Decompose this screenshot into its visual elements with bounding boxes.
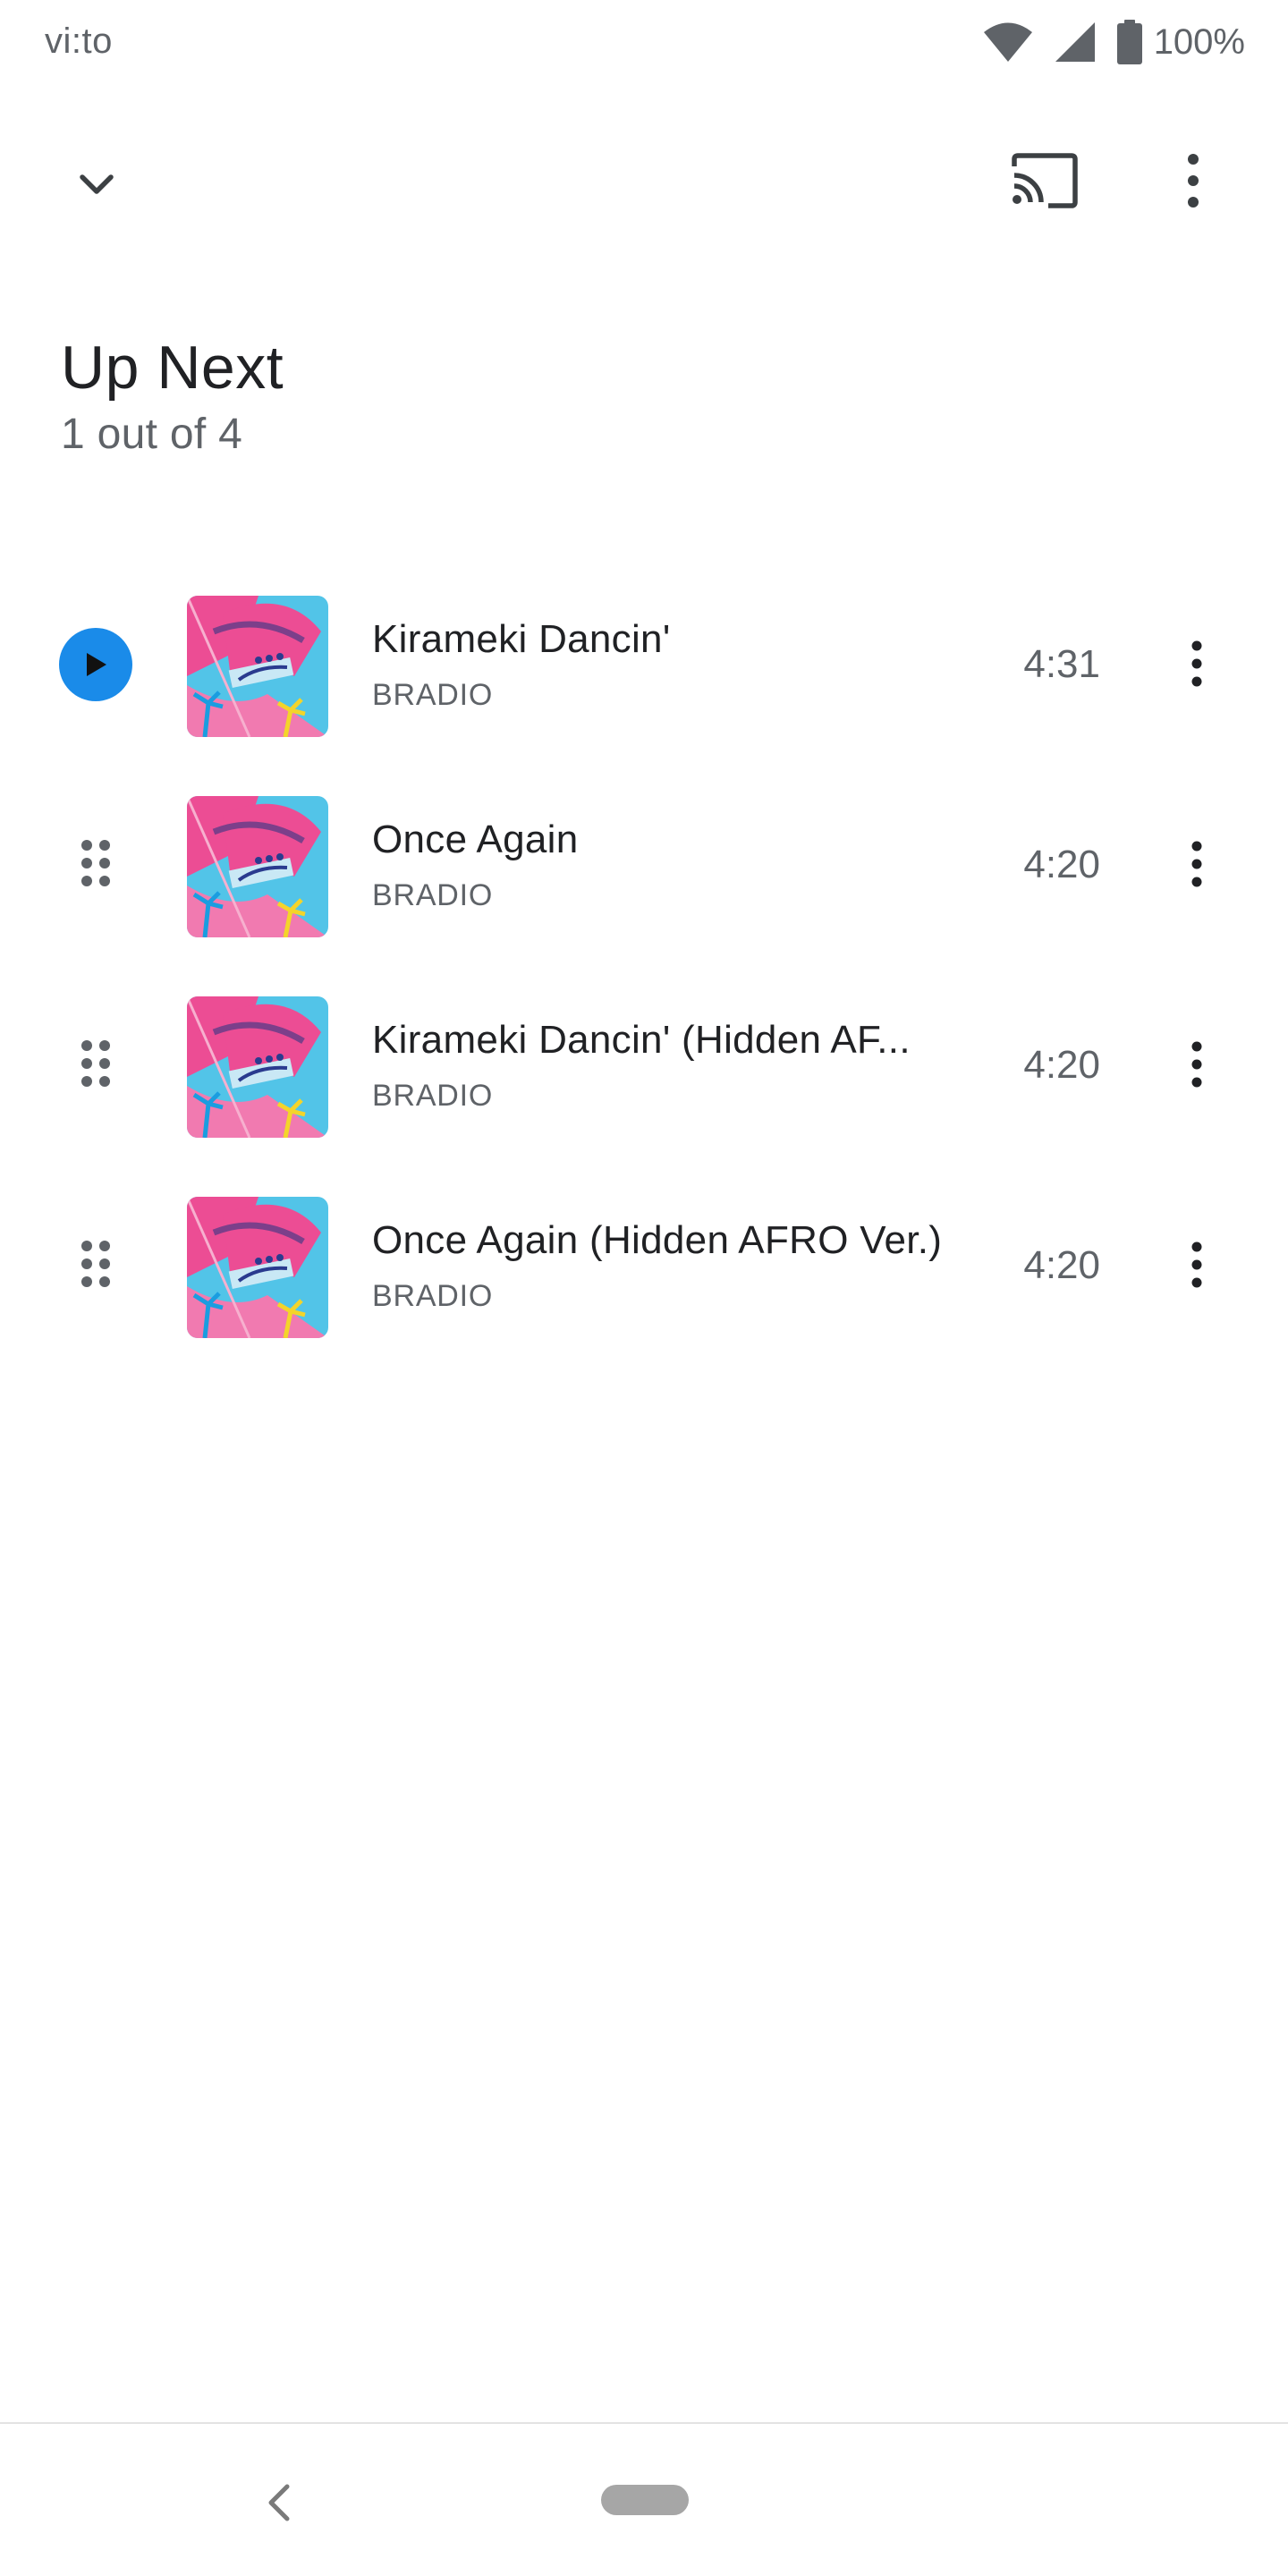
drag-handle-icon bbox=[80, 838, 112, 893]
queue-item[interactable]: Once Again (Hidden AFRO Ver.) BRADIO 4:2… bbox=[0, 1186, 1288, 1386]
track-artist: BRADIO bbox=[372, 678, 494, 712]
track-info: Once Again BRADIO bbox=[372, 818, 953, 913]
track-title: Once Again (Hidden AFRO Ver.) bbox=[372, 1218, 943, 1262]
album-art bbox=[187, 596, 328, 737]
track-duration: 4:20 bbox=[1023, 843, 1100, 886]
back-button[interactable] bbox=[250, 2469, 308, 2540]
more-vert-icon bbox=[1190, 1241, 1204, 1292]
drag-handle[interactable] bbox=[59, 828, 132, 902]
track-menu-button[interactable] bbox=[1154, 1023, 1240, 1109]
queue-item[interactable]: Kirameki Dancin' BRADIO 4:31 bbox=[0, 585, 1288, 785]
track-title: Kirameki Dancin' (Hidden AF... bbox=[372, 1018, 911, 1062]
up-next-screen: vi:to 100% Up Next 1 out of 4 Kirameki D… bbox=[0, 0, 1288, 2576]
cast-icon bbox=[1009, 152, 1080, 214]
queue-item[interactable]: Once Again BRADIO 4:20 bbox=[0, 785, 1288, 986]
app-bar bbox=[0, 125, 1288, 233]
album-art bbox=[187, 996, 328, 1138]
more-vert-icon bbox=[1190, 640, 1204, 691]
track-artist: BRADIO bbox=[372, 878, 494, 912]
up-next-header: Up Next 1 out of 4 bbox=[61, 333, 284, 459]
more-vert-icon bbox=[1184, 152, 1202, 214]
drag-handle[interactable] bbox=[59, 1029, 132, 1102]
battery-percent: 100% bbox=[1153, 21, 1245, 62]
battery-icon bbox=[1116, 20, 1143, 64]
track-duration: 4:20 bbox=[1023, 1243, 1100, 1287]
more-vert-icon bbox=[1190, 841, 1204, 892]
status-icons: 100% bbox=[982, 20, 1245, 64]
signal-icon bbox=[1054, 21, 1097, 64]
track-duration: 4:31 bbox=[1023, 642, 1100, 686]
track-duration: 4:20 bbox=[1023, 1043, 1100, 1087]
track-artist: BRADIO bbox=[372, 1279, 494, 1313]
track-artist: BRADIO bbox=[372, 1079, 494, 1113]
carrier-label: vi:to bbox=[45, 21, 113, 61]
track-title: Once Again bbox=[372, 818, 579, 861]
more-vert-icon bbox=[1190, 1041, 1204, 1092]
system-nav-bar bbox=[0, 2424, 1288, 2576]
drag-handle[interactable] bbox=[59, 1229, 132, 1302]
queue-item[interactable]: Kirameki Dancin' (Hidden AF... BRADIO 4:… bbox=[0, 986, 1288, 1186]
page-title: Up Next bbox=[61, 334, 284, 402]
track-title: Kirameki Dancin' bbox=[372, 617, 671, 661]
track-info: Once Again (Hidden AFRO Ver.) BRADIO bbox=[372, 1218, 953, 1314]
track-menu-button[interactable] bbox=[1154, 623, 1240, 708]
drag-handle-icon bbox=[80, 1038, 112, 1093]
track-info: Kirameki Dancin' (Hidden AF... BRADIO bbox=[372, 1018, 953, 1114]
overflow-menu-button[interactable] bbox=[1148, 138, 1238, 227]
queue-list: Kirameki Dancin' BRADIO 4:31 Once Again … bbox=[0, 585, 1288, 1386]
collapse-button[interactable] bbox=[54, 143, 140, 229]
drag-handle-icon bbox=[80, 1239, 112, 1293]
chevron-down-icon bbox=[75, 163, 118, 210]
play-icon bbox=[59, 628, 132, 701]
queue-position: 1 out of 4 bbox=[61, 411, 243, 458]
now-playing-indicator[interactable] bbox=[59, 628, 132, 701]
wifi-icon bbox=[982, 21, 1034, 64]
home-pill[interactable] bbox=[601, 2485, 689, 2515]
track-menu-button[interactable] bbox=[1154, 1224, 1240, 1309]
album-art bbox=[187, 1197, 328, 1338]
status-bar: vi:to 100% bbox=[0, 0, 1288, 89]
back-icon bbox=[266, 2483, 292, 2527]
track-info: Kirameki Dancin' BRADIO bbox=[372, 617, 953, 713]
track-menu-button[interactable] bbox=[1154, 823, 1240, 909]
album-art bbox=[187, 796, 328, 937]
cast-button[interactable] bbox=[1000, 138, 1089, 227]
